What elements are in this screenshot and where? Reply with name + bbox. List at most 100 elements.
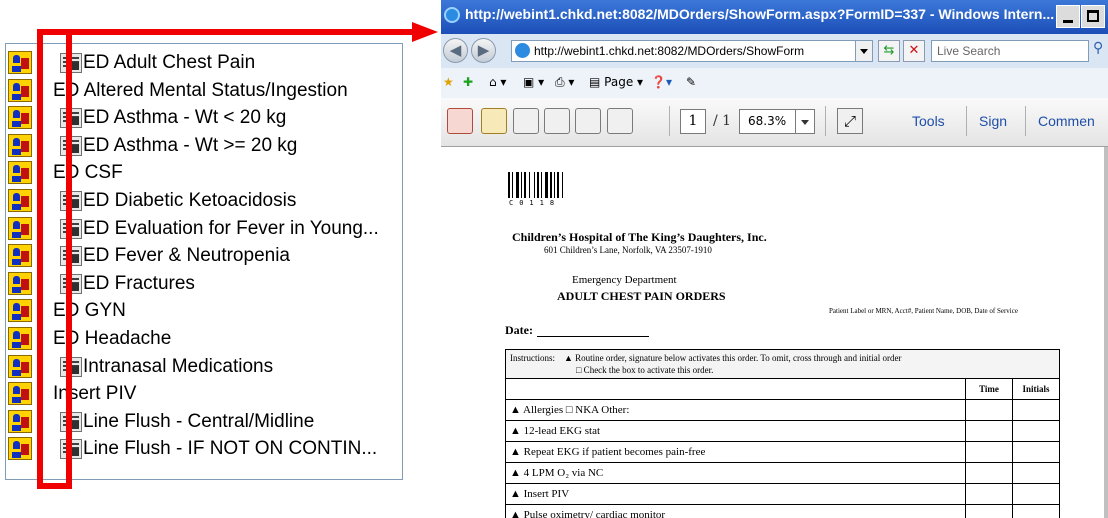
organization-address: 601 Children’s Lane, Norfolk, VA 23507-1… [544, 245, 712, 255]
export-icon[interactable] [481, 108, 507, 134]
time-cell[interactable] [965, 504, 1013, 518]
barcode-image [508, 172, 563, 198]
favorites-star-icon[interactable]: ★ [443, 75, 454, 89]
barcode-bar [537, 172, 539, 198]
order-set-icon [8, 217, 32, 240]
list-item-label: ED Fever & Neutropenia [83, 245, 290, 266]
help-icon[interactable]: ❓▾ [651, 75, 672, 89]
barcode-bar [541, 172, 542, 198]
email-icon[interactable] [607, 108, 633, 134]
document-scrollbar[interactable] [1104, 147, 1108, 518]
order-item: ▲ 4 LPM O₂ via NC [505, 462, 966, 484]
list-item-label: ED Asthma - Wt >= 20 kg [83, 135, 298, 156]
initials-cell[interactable] [1012, 420, 1060, 442]
initials-cell[interactable] [1012, 441, 1060, 463]
list-item-label: Line Flush - Central/Midline [83, 411, 315, 432]
address-text: http://webint1.chkd.net:8082/MDOrders/Sh… [534, 44, 805, 58]
research-icon[interactable]: ✎ [686, 75, 696, 89]
time-cell[interactable] [965, 462, 1013, 484]
tools-button[interactable]: Tools [912, 113, 945, 129]
page-menu-label: Page [604, 75, 634, 89]
barcode-bar [562, 172, 563, 198]
barcode-number: C0118 [509, 199, 561, 207]
list-item-label: ED Evaluation for Fever in Young... [83, 218, 379, 239]
list-item-label: Line Flush - IF NOT ON CONTIN... [83, 438, 378, 459]
list-item-label: ED Asthma - Wt < 20 kg [83, 107, 287, 128]
orders-table: Instructions: ▲ Routine order, signature… [505, 349, 1060, 518]
initials-cell[interactable] [1012, 462, 1060, 484]
order-set-icon [8, 382, 32, 405]
address-dropdown-button[interactable] [855, 41, 872, 61]
order-set-icon [8, 327, 32, 350]
order-set-icon [8, 272, 32, 295]
back-button[interactable]: ◀ [443, 38, 468, 63]
print-icon[interactable]: ⎙ ▾ [555, 75, 574, 90]
address-bar: ◀ ▶ http://webint1.chkd.net:8082/MDOrder… [441, 34, 1108, 69]
page-number-input[interactable]: 1 [680, 109, 706, 134]
instructions-label: Instructions: [510, 353, 555, 363]
highlight-arrow-icon [412, 22, 438, 42]
order-item: ▲ Allergies □ NKA Other: [505, 399, 966, 421]
search-icon[interactable]: ⚲ [1093, 40, 1108, 62]
save-icon[interactable] [544, 108, 570, 134]
page-total: / 1 [713, 113, 732, 129]
feeds-icon[interactable]: ▣ ▾ [523, 75, 544, 89]
initials-cell[interactable] [1012, 504, 1060, 518]
initials-cell[interactable] [1012, 399, 1060, 421]
barcode-bar [557, 172, 559, 198]
maximize-button[interactable] [1081, 5, 1105, 28]
forward-button[interactable]: ▶ [471, 38, 496, 63]
fullscreen-icon[interactable]: ⤢ [837, 108, 863, 134]
initials-cell[interactable] [1012, 483, 1060, 505]
page-menu[interactable]: ▤ Page ▾ [589, 75, 643, 89]
barcode-bar [550, 172, 552, 198]
list-item-label: Intranasal Medications [83, 356, 274, 377]
order-set-icon [8, 437, 32, 460]
sign-button[interactable]: Sign [979, 113, 1007, 129]
highlight-connector [37, 29, 414, 35]
add-favorite-icon[interactable]: ✚ [463, 75, 473, 89]
order-set-icon [8, 299, 32, 322]
refresh-button[interactable]: ⇆ [878, 40, 900, 62]
order-set-icon [8, 189, 32, 212]
order-set-icon [8, 134, 32, 157]
date-field-line [537, 336, 649, 337]
time-cell[interactable] [965, 420, 1013, 442]
print-pdf-icon[interactable] [575, 108, 601, 134]
barcode-bar [521, 172, 522, 198]
table-row: ▲ Repeat EKG if patient becomes pain-fre… [505, 441, 1060, 463]
time-cell[interactable] [965, 399, 1013, 421]
address-field[interactable]: http://webint1.chkd.net:8082/MDOrders/Sh… [511, 40, 873, 62]
order-item: ▲ Repeat EKG if patient becomes pain-fre… [505, 441, 966, 463]
form-title: ADULT CHEST PAIN ORDERS [557, 289, 726, 303]
edit-icon[interactable] [513, 108, 539, 134]
document-viewer: C0118 Children’s Hospital of The King’s … [441, 147, 1108, 518]
instructions-line-2: □ Check the box to activate this order. [576, 365, 714, 375]
table-row: ▲ Pulse oximetry/ cardiac monitor [505, 504, 1060, 518]
highlight-frame [37, 29, 72, 489]
time-cell[interactable] [965, 441, 1013, 463]
home-icon[interactable]: ⌂ ▾ [489, 75, 506, 89]
page-icon [515, 43, 530, 58]
instructions-cell: Instructions: ▲ Routine order, signature… [505, 349, 1060, 379]
search-input[interactable]: Live Search [931, 40, 1089, 62]
create-pdf-icon[interactable] [447, 108, 473, 134]
time-cell[interactable] [965, 483, 1013, 505]
search-placeholder: Live Search [937, 44, 1001, 58]
order-set-icon [8, 244, 32, 267]
comment-button[interactable]: Commen [1038, 113, 1095, 129]
minimize-button[interactable] [1056, 5, 1080, 28]
zoom-dropdown-button[interactable] [795, 110, 814, 133]
list-item-label: ED Fractures [83, 273, 195, 294]
browser-window: http://webint1.chkd.net:8082/MDOrders/Sh… [441, 0, 1108, 518]
stop-button[interactable]: ✕ [903, 40, 925, 62]
pdf-toolbar: 1 / 1 68.3% ⤢ Tools Sign Commen [441, 98, 1108, 147]
barcode-bar [524, 172, 526, 198]
barcode-bar [508, 172, 510, 198]
zoom-select[interactable]: 68.3% [739, 109, 815, 134]
order-set-icon [8, 161, 32, 184]
barcode-bar [554, 172, 555, 198]
list-item-label: ED Diabetic Ketoacidosis [83, 190, 297, 211]
barcode-bar [545, 172, 548, 198]
table-row: ▲ 4 LPM O₂ via NC [505, 462, 1060, 484]
